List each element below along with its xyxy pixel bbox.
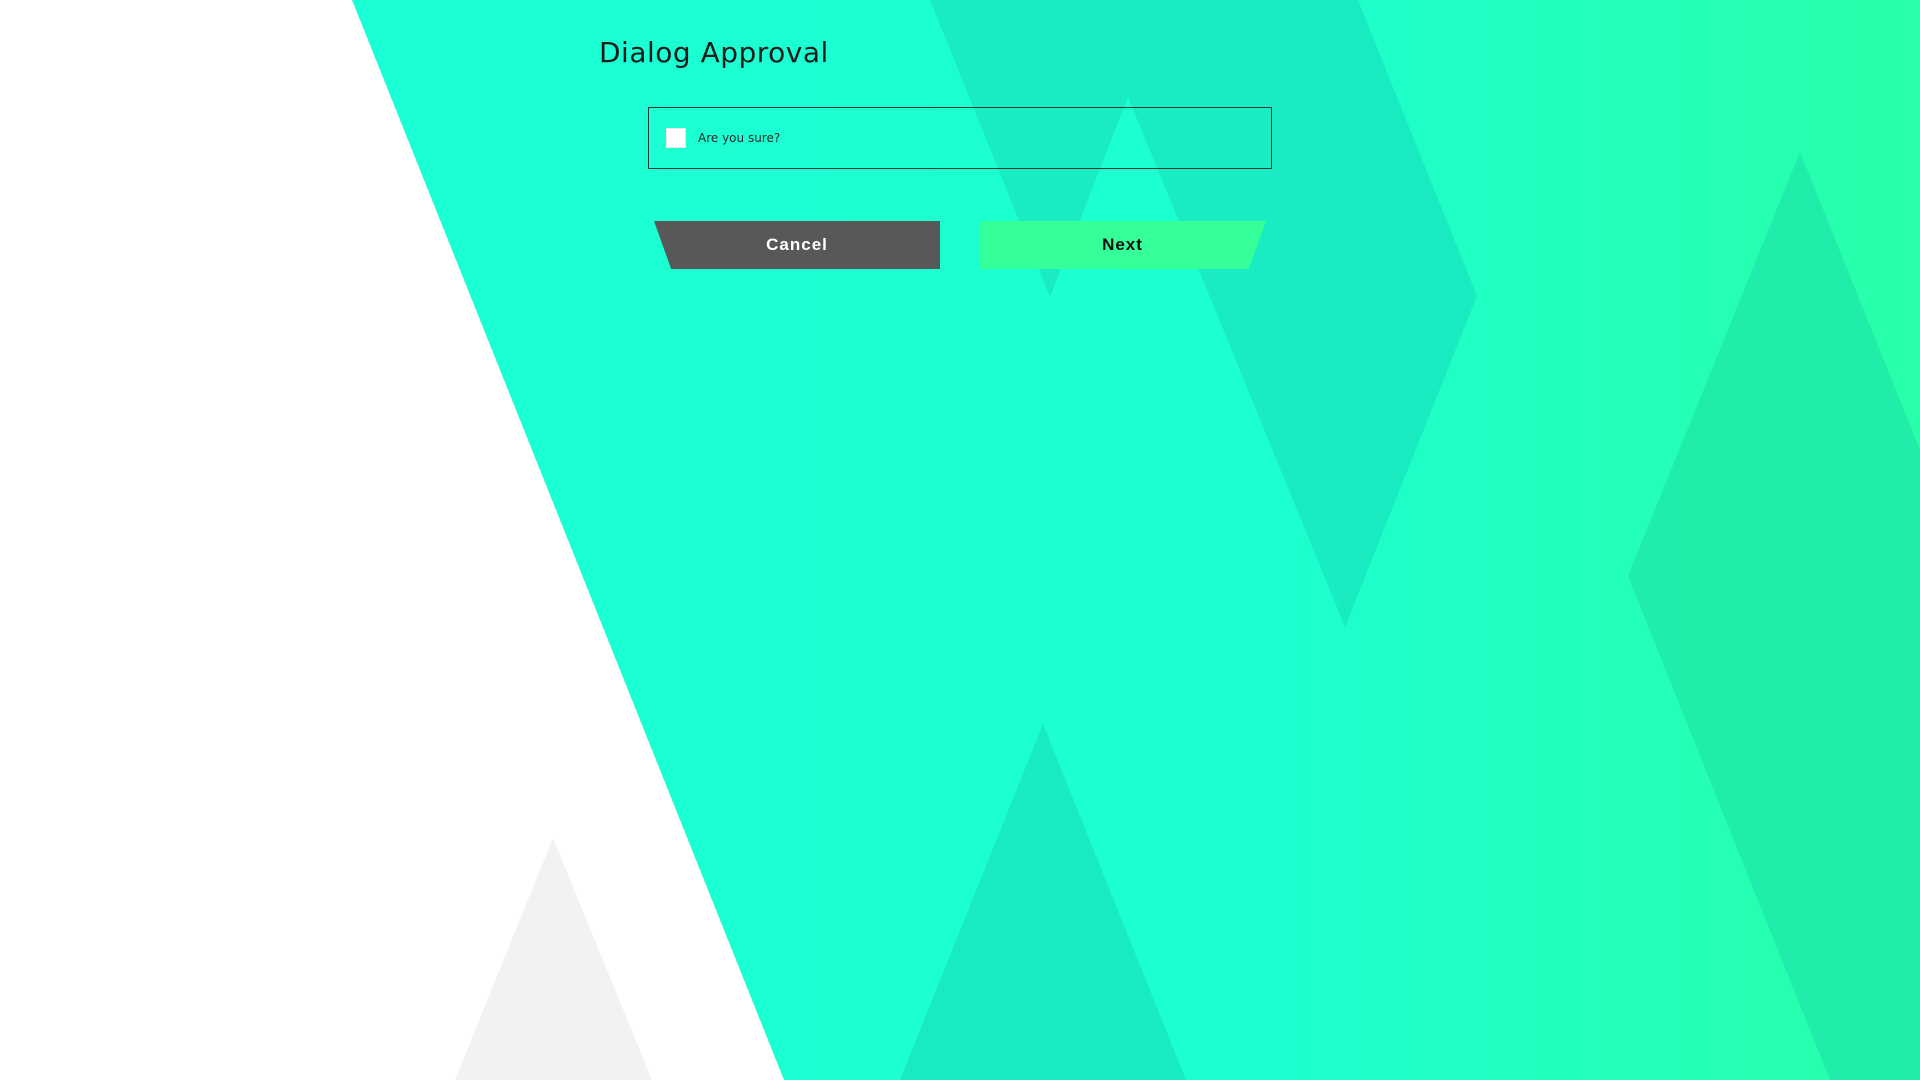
next-button[interactable]: Next: [979, 221, 1266, 269]
confirmation-panel: Are you sure?: [648, 107, 1272, 169]
dialog-title: Dialog Approval: [599, 36, 829, 69]
confirm-label: Are you sure?: [698, 131, 781, 145]
confirm-checkbox[interactable]: [666, 128, 686, 148]
app-window: Dialog Approval Are you sure? Cancel Nex…: [0, 0, 1920, 1080]
cancel-button[interactable]: Cancel: [654, 221, 940, 269]
background-shape: [455, 838, 652, 1080]
